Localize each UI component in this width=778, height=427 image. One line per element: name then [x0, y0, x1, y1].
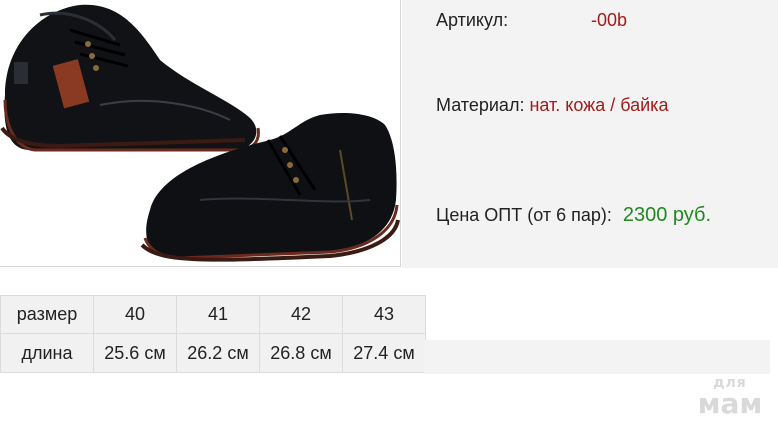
table-filler — [424, 340, 770, 374]
material-row: Материал: нат. кожа / байка — [436, 95, 668, 116]
product-photo — [0, 0, 401, 267]
length-cell: 25.6 см — [93, 333, 177, 373]
material-value: нат. кожа / байка — [529, 95, 669, 115]
article-row: Артикул: -00b — [436, 10, 627, 31]
size-row: размер 40 41 42 43 — [0, 295, 426, 334]
length-cell: 27.4 см — [342, 333, 426, 373]
length-row: длина 25.6 см 26.2 см 26.8 см 27.4 см — [0, 333, 426, 373]
price-label: Цена ОПТ (от 6 пар): — [436, 205, 612, 225]
product-info-panel — [402, 0, 778, 268]
price-value: 2300 руб. — [622, 204, 712, 226]
length-cell: 26.8 см — [259, 333, 343, 373]
article-label: Артикул: — [436, 10, 509, 30]
size-table: размер 40 41 42 43 длина 25.6 см 26.2 см… — [0, 295, 426, 373]
price-row: Цена ОПТ (от 6 пар): 2300 руб. — [436, 204, 711, 227]
material-label: Материал: — [436, 95, 525, 115]
size-cell: 42 — [259, 295, 343, 334]
site-watermark: для мам — [690, 376, 770, 418]
size-header-label: размер — [0, 295, 94, 334]
length-header-label: длина — [0, 333, 94, 373]
size-cell: 41 — [176, 295, 260, 334]
size-cell: 40 — [93, 295, 177, 334]
length-cell: 26.2 см — [176, 333, 260, 373]
shoes-illustration — [0, 4, 400, 262]
watermark-line2: мам — [697, 387, 763, 420]
left-shoe — [0, 4, 260, 152]
article-value: -00b — [591, 10, 628, 30]
size-cell: 43 — [342, 295, 426, 334]
